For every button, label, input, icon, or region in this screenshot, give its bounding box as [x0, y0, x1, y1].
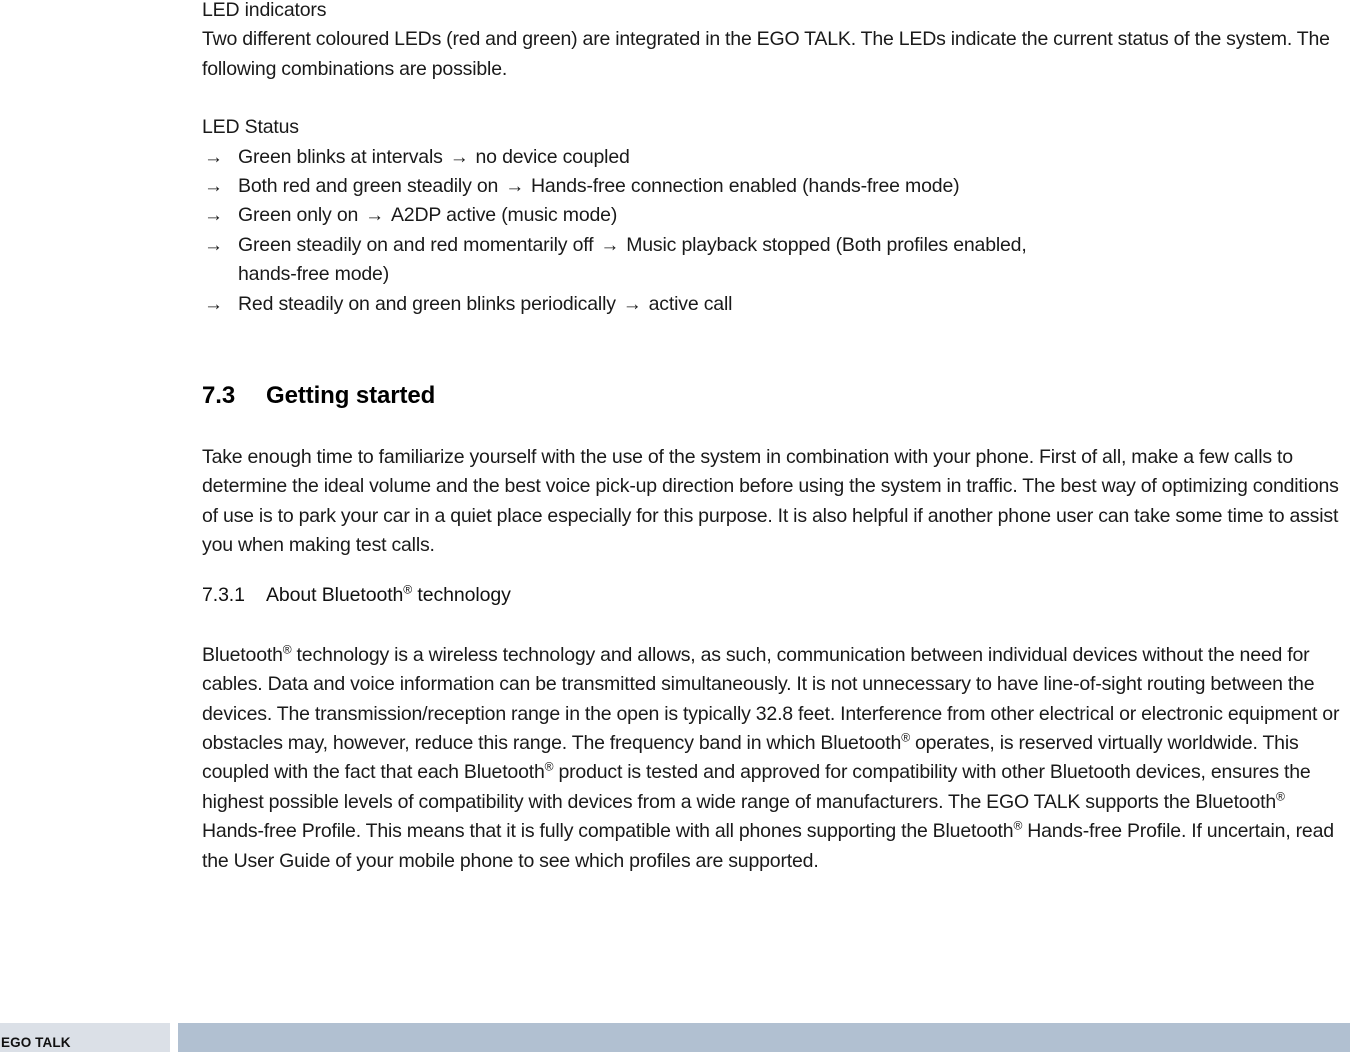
led-condition: Green blinks at intervals: [238, 145, 443, 168]
registered-trademark-icon: ®: [1013, 818, 1023, 833]
arrow-right-icon: →: [204, 176, 223, 198]
arrow-right-icon: →: [622, 293, 642, 315]
arrow-right-icon: →: [505, 176, 525, 198]
heading-title: About Bluetooth® technology: [266, 581, 511, 609]
led-condition: Both red and green steadily on: [238, 175, 499, 198]
led-result: A2DP active (music mode): [390, 204, 618, 227]
arrow-right-icon: →: [600, 234, 620, 256]
page-content: LED indicators Two different coloured LE…: [202, 0, 1350, 876]
led-condition: Red steadily on and green blinks periodi…: [238, 292, 616, 315]
led-result: no device coupled: [475, 145, 630, 168]
led-indicators-intro: Two different coloured LEDs (red and gre…: [202, 28, 1330, 80]
led-result-continuation: hands-free mode): [238, 263, 390, 286]
arrow-right-icon: →: [204, 146, 223, 168]
footer-band-right: [178, 1023, 1350, 1052]
bluetooth-text-1: Bluetooth: [202, 643, 283, 666]
led-result: active call: [648, 292, 733, 315]
bluetooth-text-5: Hands-free Profile. This means that it i…: [202, 820, 1014, 843]
led-condition: Green steadily on and red momentarily of…: [238, 233, 594, 256]
getting-started-body: Take enough time to familiarize yourself…: [202, 446, 1339, 557]
arrow-right-icon: →: [365, 205, 384, 227]
arrow-right-icon: →: [449, 146, 469, 168]
arrow-right-icon: →: [204, 293, 223, 315]
registered-trademark-icon: ®: [282, 642, 292, 657]
led-status-item: → Red steadily on and green blinks period…: [202, 290, 1350, 319]
heading-title-tail: technology: [412, 583, 511, 606]
footer-product-label: EGO TALK: [1, 1035, 71, 1050]
led-indicators-title: LED indicators: [202, 0, 327, 21]
heading-title-main: About Bluetooth: [266, 583, 404, 606]
manual-page: LED indicators Two different coloured LE…: [0, 0, 1350, 1052]
led-status-heading: LED Status: [202, 116, 299, 139]
arrow-right-icon: →: [204, 205, 223, 227]
led-status-list: → Green blinks at intervals → no device cou…: [202, 143, 1350, 319]
heading-about-bluetooth: 7.3.1 About Bluetooth® technology: [202, 581, 1350, 609]
led-status-item: → Both red and green steadily on → Hands-fr…: [202, 172, 1350, 201]
heading-number: 7.3: [202, 382, 236, 410]
registered-trademark-icon: ®: [1276, 789, 1285, 804]
heading-title: Getting started: [266, 382, 436, 410]
page-footer: EGO TALK: [0, 1023, 1350, 1052]
led-result: Music playback stopped (Both profiles en…: [626, 233, 1027, 256]
led-condition: Green only on: [238, 204, 359, 227]
heading-getting-started: 7.3 Getting started: [202, 381, 1350, 411]
bluetooth-body: Bluetooth® technology is a wireless tech…: [202, 641, 1350, 876]
arrow-right-icon: →: [204, 234, 223, 256]
led-status-item: → Green only on → A2DP active (music mode): [202, 201, 1350, 230]
registered-trademark-icon: ®: [901, 730, 910, 745]
led-result: Hands-free connection enabled (hands-fre…: [531, 175, 960, 198]
led-status-item: → Green blinks at intervals → no device cou…: [202, 143, 1350, 172]
registered-trademark-icon: ®: [403, 582, 413, 597]
heading-number: 7.3.1: [202, 583, 245, 606]
led-status-item: → Green steadily on and red momentarily o…: [202, 231, 1350, 290]
